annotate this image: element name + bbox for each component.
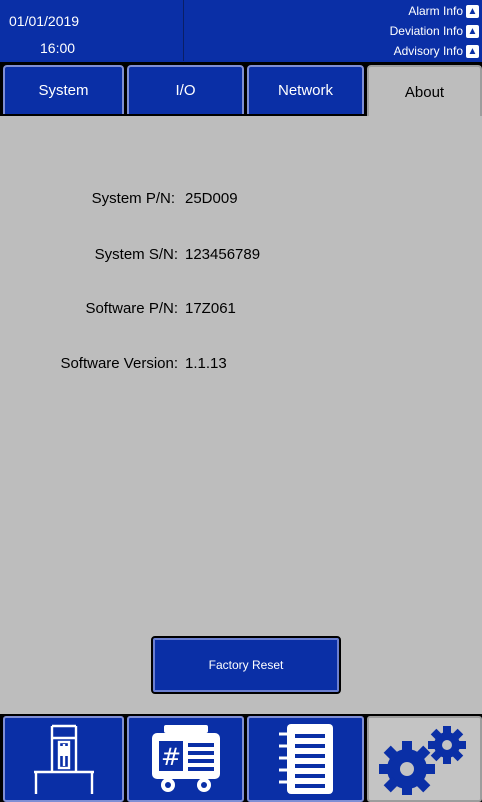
alarm-info-label: Alarm Info	[408, 4, 463, 18]
tab-network[interactable]: Network	[247, 65, 364, 114]
bell-icon: ▲	[466, 44, 479, 58]
bell-icon: ▲	[466, 24, 479, 38]
tab-about-label: About	[404, 83, 445, 101]
gears-icon	[378, 726, 466, 795]
header-blank-panel	[184, 0, 296, 61]
advisory-info-button[interactable]: Advisory Info ▲	[394, 43, 479, 59]
nav-sampler-button[interactable]: #	[127, 716, 244, 802]
datetime-panel: 01/01/2019 16:00	[0, 0, 184, 61]
tab-bar: System I/O Network About	[0, 62, 482, 117]
system-pn-value: 25D009	[185, 190, 238, 207]
sampler-icon: #	[151, 725, 220, 792]
tab-system[interactable]: System	[3, 65, 124, 114]
tab-network-label: Network	[277, 82, 333, 99]
svg-text:#: #	[160, 743, 180, 771]
factory-reset-label: Factory Reset	[208, 658, 284, 672]
system-sn-value: 123456789	[185, 246, 261, 263]
system-sn-label: System S/N:	[94, 246, 178, 263]
deviation-info-label: Deviation Info	[389, 24, 463, 38]
software-version-label: Software Version:	[60, 355, 178, 372]
nav-settings-button[interactable]	[367, 716, 482, 802]
info-panel: Alarm Info ▲ Deviation Info ▲ Advisory I…	[296, 0, 482, 62]
fixture-icon	[33, 724, 94, 794]
advisory-info-label: Advisory Info	[393, 44, 463, 58]
about-panel: System P/N: 25D009 System S/N: 123456789…	[0, 116, 482, 714]
notebook-icon	[278, 724, 333, 794]
software-version-value: 1.1.13	[185, 355, 227, 372]
alarm-info-button[interactable]: Alarm Info ▲	[408, 3, 479, 19]
time-text: 16:00	[40, 40, 76, 56]
system-pn-label: System P/N:	[91, 190, 175, 207]
status-header: 01/01/2019 16:00 Alarm Info ▲ Deviation …	[0, 0, 482, 62]
date-text: 01/01/2019	[9, 13, 80, 29]
software-pn-label: Software P/N:	[85, 300, 178, 317]
tab-about[interactable]: About	[367, 65, 482, 117]
software-pn-value: 17Z061	[185, 300, 236, 317]
bell-icon: ▲	[466, 4, 479, 18]
factory-reset-button[interactable]: Factory Reset	[151, 636, 341, 694]
tab-system-label: System	[38, 82, 89, 99]
bottom-nav: #	[0, 714, 482, 802]
nav-fixture-button[interactable]	[3, 716, 124, 802]
tab-io-label: I/O	[175, 82, 196, 99]
tab-io[interactable]: I/O	[127, 65, 244, 114]
nav-notebook-button[interactable]	[247, 716, 364, 802]
deviation-info-button[interactable]: Deviation Info ▲	[390, 23, 479, 39]
